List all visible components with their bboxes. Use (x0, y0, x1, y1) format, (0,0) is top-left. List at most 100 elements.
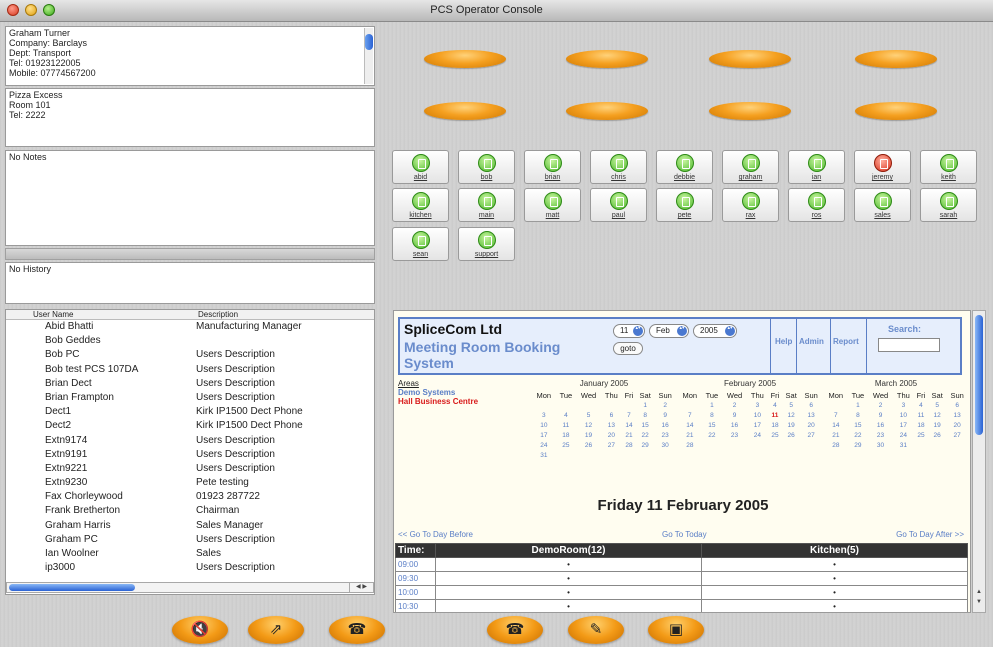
extension-button-abid[interactable]: abid (392, 150, 449, 184)
extension-button-matt[interactable]: matt (524, 188, 581, 222)
month-select[interactable]: Feb (649, 324, 689, 338)
prev-day-link[interactable]: << Go To Day Before (398, 530, 473, 539)
today-link[interactable]: Go To Today (662, 530, 707, 539)
calendar-day[interactable]: 19 (576, 430, 601, 440)
scroll-arrows-icon[interactable]: ◀ ▶ (349, 583, 373, 592)
calendar-day[interactable]: 17 (893, 420, 914, 430)
user-directory-table[interactable]: User Name Description Abid Bhatti Manufac… (5, 309, 375, 595)
answer-button[interactable]: ☎ (487, 616, 543, 644)
calendar-day[interactable]: 9 (722, 410, 747, 420)
directory-button[interactable]: ▣ (648, 616, 704, 644)
contact-scrollbar[interactable] (364, 28, 373, 84)
calendar-day[interactable]: 9 (654, 410, 676, 420)
calendar-day[interactable]: 1 (848, 400, 869, 410)
calendar-day[interactable]: 6 (800, 400, 822, 410)
table-row[interactable]: Extn9230 Pete testing (6, 476, 374, 490)
calendar-day[interactable]: 4 (768, 400, 782, 410)
calendar-day[interactable]: 2 (868, 400, 893, 410)
calendar-day[interactable]: 17 (532, 430, 556, 440)
calendar-day[interactable]: 20 (946, 420, 968, 430)
year-select[interactable]: 2005 (693, 324, 737, 338)
area-link-hall[interactable]: Hall Business Centre (398, 397, 478, 406)
notes-panel[interactable]: No Notes (5, 150, 375, 246)
extension-button-rax[interactable]: rax (722, 188, 779, 222)
time-slot-link[interactable]: 09:30 (395, 571, 436, 586)
report-link[interactable]: Report (833, 337, 859, 346)
day-select[interactable]: 11 (613, 324, 645, 338)
calendar-day[interactable]: 2 (722, 400, 747, 410)
calendar-day[interactable]: 28 (678, 440, 702, 450)
line-lamp[interactable] (855, 50, 937, 68)
booking-cell[interactable]: • (435, 599, 702, 612)
calendar-day[interactable]: 7 (824, 410, 848, 420)
calendar-day[interactable]: 26 (576, 440, 601, 450)
calendar-day[interactable]: 3 (747, 400, 768, 410)
calendar-day[interactable]: 13 (946, 410, 968, 420)
extension-button-sarah[interactable]: sarah (920, 188, 977, 222)
calendar-day[interactable]: 31 (893, 440, 914, 450)
calendar-day[interactable]: 21 (824, 430, 848, 440)
booking-cell[interactable]: • (701, 571, 968, 586)
calendar-day[interactable]: 8 (636, 410, 654, 420)
time-slot-link[interactable]: 09:00 (395, 557, 436, 572)
calendar-day[interactable]: 23 (654, 430, 676, 440)
calendar-day[interactable]: 11 (914, 410, 928, 420)
extension-button-paul[interactable]: paul (590, 188, 647, 222)
transfer-button[interactable]: ⇗ (248, 616, 304, 644)
booking-cell[interactable]: • (435, 557, 702, 572)
calendar-day[interactable]: 18 (768, 420, 782, 430)
calendar-day[interactable]: 15 (636, 420, 654, 430)
extension-button-keith[interactable]: keith (920, 150, 977, 184)
time-slot-link[interactable]: 10:00 (395, 585, 436, 600)
calendar-day[interactable]: 24 (532, 440, 556, 450)
contact-scroll-thumb[interactable] (365, 34, 373, 50)
extension-button-ian[interactable]: ian (788, 150, 845, 184)
calendar-day[interactable]: 28 (824, 440, 848, 450)
booking-cell[interactable]: • (701, 599, 968, 612)
calendar-day[interactable]: 22 (636, 430, 654, 440)
calendar-day[interactable]: 10 (893, 410, 914, 420)
calendar-day[interactable]: 26 (782, 430, 800, 440)
calendar-day[interactable]: 8 (702, 410, 723, 420)
calendar-day[interactable]: 20 (601, 430, 622, 440)
grid-header-room-demo[interactable]: DemoRoom(12) (435, 543, 702, 558)
calendar-day[interactable]: 4 (556, 410, 577, 420)
calendar-day[interactable]: 5 (576, 410, 601, 420)
calendar-day[interactable]: 29 (636, 440, 654, 450)
calendar-day[interactable]: 19 (782, 420, 800, 430)
booking-cell[interactable]: • (435, 585, 702, 600)
grid-header-room-kitchen[interactable]: Kitchen(5) (701, 543, 968, 558)
panel-splitter[interactable] (5, 248, 375, 260)
line-lamp[interactable] (855, 102, 937, 120)
calendar-day[interactable]: 10 (747, 410, 768, 420)
extension-button-sean[interactable]: sean (392, 227, 449, 261)
extension-button-graham[interactable]: graham (722, 150, 779, 184)
table-row[interactable]: Fax Chorleywood 01923 287722 (6, 490, 374, 504)
calendar-day[interactable]: 30 (868, 440, 893, 450)
calendar-day[interactable]: 27 (800, 430, 822, 440)
calendar-day[interactable]: 18 (556, 430, 577, 440)
calendar-day[interactable]: 12 (782, 410, 800, 420)
calendar-day[interactable]: 15 (702, 420, 723, 430)
extension-button-debbie[interactable]: debbie (656, 150, 713, 184)
calendar-day[interactable]: 13 (601, 420, 622, 430)
calendar-day[interactable]: 15 (848, 420, 869, 430)
next-day-link[interactable]: Go To Day After >> (896, 530, 964, 539)
booking-cell[interactable]: • (435, 571, 702, 586)
calendar-day[interactable]: 25 (914, 430, 928, 440)
table-row[interactable]: Bob Geddes (6, 334, 374, 348)
table-row[interactable]: Graham Harris Sales Manager (6, 519, 374, 533)
table-row[interactable]: Graham PC Users Description (6, 533, 374, 547)
calendar-day[interactable]: 13 (800, 410, 822, 420)
calendar-day[interactable]: 12 (928, 410, 946, 420)
calendar-day[interactable]: 27 (946, 430, 968, 440)
help-link[interactable]: Help (775, 337, 792, 346)
calendar-day[interactable]: 5 (782, 400, 800, 410)
calendar-day[interactable]: 11 (556, 420, 577, 430)
horizontal-scroll-thumb[interactable] (9, 584, 135, 591)
calendar-day[interactable]: 31 (532, 450, 556, 460)
calendar-day[interactable]: 11 (768, 410, 782, 420)
line-lamp[interactable] (566, 50, 648, 68)
table-row[interactable]: Abid Bhatti Manufacturing Manager (6, 320, 374, 334)
calendar-day[interactable]: 16 (654, 420, 676, 430)
